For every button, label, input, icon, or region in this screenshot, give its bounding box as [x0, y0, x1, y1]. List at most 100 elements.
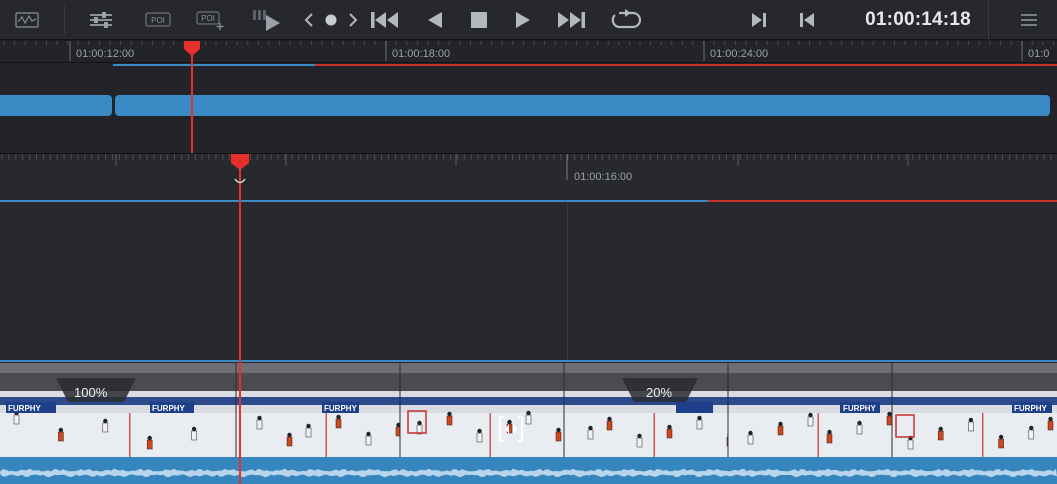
thumbnail-player-head [938, 426, 943, 432]
render-cache-line [708, 200, 1057, 202]
thumbnail-player-head [778, 421, 783, 427]
audio-waveform-shape [0, 468, 1057, 478]
mixer-icon[interactable] [84, 0, 118, 40]
board-logo-text: FURPHY [8, 404, 42, 413]
timecode-display: 01:00:14:18 [865, 9, 971, 30]
track-top-border [0, 360, 1057, 362]
video-clip-filmstrip[interactable]: FURPHY FURPHY FURPHY FURPHY FURPHY [0, 363, 1057, 457]
stop-icon[interactable] [464, 0, 494, 40]
thumbnail-player-head [366, 431, 371, 437]
options-menu-icon[interactable] [1012, 0, 1046, 40]
next-marker-icon[interactable] [342, 0, 364, 40]
render-cache-line [315, 64, 1057, 66]
thumbnail-player-head [103, 418, 108, 424]
thumbnail-player [446, 415, 453, 426]
thumbnail-player [636, 437, 643, 448]
transport-toolbar: POI POI 01:00:14:18 [0, 0, 1057, 40]
thumbnail-player-head [637, 433, 642, 439]
thumbnail-player [666, 428, 673, 439]
retime-speed-label[interactable]: 100% [74, 385, 107, 400]
marker-dot-icon[interactable] [320, 0, 342, 40]
thumbnail-player-head [257, 415, 262, 421]
thumbnail-player [476, 432, 483, 443]
thumbnail-player-head [191, 426, 197, 432]
board-logo [676, 402, 713, 413]
overview-playhead-handle[interactable] [183, 41, 201, 57]
thumbnail-player-head [336, 414, 341, 420]
thumbnail-player-head [968, 417, 974, 423]
thumbnail-player-head [607, 416, 612, 422]
thumbnail-player [191, 430, 197, 441]
thumbnail-ice [0, 413, 236, 457]
thumbnail-player [555, 431, 562, 442]
video-thumbnail [399, 363, 564, 457]
overview-clip[interactable] [0, 95, 112, 116]
loop-icon[interactable] [606, 0, 646, 40]
thumbnail-player [807, 416, 814, 427]
retime-speed-label[interactable]: 20% [646, 385, 672, 400]
ruler-label: 01:00:16:00 [574, 171, 633, 183]
board-logo-text: FURPHY [843, 404, 877, 413]
detail-playhead-line[interactable] [239, 166, 241, 484]
mark-in-icon[interactable] [744, 0, 774, 40]
thumbnail-player-head [447, 411, 452, 417]
thumbnail-player [907, 439, 914, 450]
detail-timecode-ruler[interactable] [0, 154, 1057, 180]
thumbnail-player [937, 430, 944, 441]
thumbnail-crowd-shadow [236, 373, 400, 391]
video-thumbnails: FURPHY FURPHY FURPHY FURPHY FURPHY [0, 363, 1057, 457]
audio-waveform [0, 468, 1057, 478]
add-poi-icon[interactable]: POI [192, 0, 228, 40]
ruler-label: 01:00:24:00 [710, 48, 769, 60]
svg-text:POI: POI [201, 14, 215, 23]
retime-handle-icon[interactable] [496, 414, 526, 444]
thumbnail-player [777, 425, 784, 436]
thumbnail-player [365, 435, 372, 446]
overview-clip[interactable] [115, 95, 1050, 116]
ruler-label: 01:0 [1028, 48, 1050, 60]
svg-text:POI: POI [151, 16, 165, 25]
thumbnail-player [146, 439, 153, 450]
thumbnail-player-head [477, 428, 482, 434]
overview-timeline[interactable]: 01:00:12:00 01:00:18:00 01:00:24:00 01:0 [0, 41, 1057, 153]
thumbnail-player [525, 414, 532, 425]
thumbnail-player [335, 418, 342, 429]
thumbnail-player-head [417, 420, 422, 426]
audio-track[interactable] [0, 457, 1057, 484]
video-thumbnail [235, 363, 402, 457]
skip-to-end-icon[interactable] [552, 0, 590, 40]
render-cache-line [113, 64, 315, 66]
thumbnail-ad-band [236, 397, 400, 405]
mark-out-icon[interactable] [792, 0, 822, 40]
thumbnail-player-head [588, 425, 593, 431]
play-icon[interactable] [508, 0, 538, 40]
thumbnail-player-head [1048, 416, 1053, 422]
waveform-icon[interactable] [10, 0, 44, 40]
thumbnail-player-head [58, 427, 64, 433]
detail-playhead-handle[interactable] [230, 154, 250, 171]
play-reverse-icon[interactable] [420, 0, 450, 40]
prev-marker-icon[interactable] [298, 0, 320, 40]
ruler-label: 01:00:12:00 [76, 48, 135, 60]
thumbnail-player-head [998, 434, 1004, 440]
overview-timecode-ruler[interactable] [0, 41, 1057, 63]
thumbnail-player-head [748, 430, 753, 436]
thumbnail-player-head [556, 427, 561, 433]
thumbnail-player-head [287, 432, 292, 438]
ruler-label: 01:00:18:00 [392, 48, 451, 60]
thumbnail-player [58, 431, 64, 442]
skip-to-start-icon[interactable] [366, 0, 404, 40]
thumbnail-player-head [827, 429, 832, 435]
poi-marker-icon[interactable]: POI [140, 0, 176, 40]
thumbnail-player-head [857, 420, 862, 426]
thumbnail-player-head [667, 424, 672, 430]
board-logo-text: FURPHY [152, 404, 186, 413]
render-cache-line [0, 200, 708, 202]
play-to-icon[interactable] [248, 0, 286, 40]
playhead-snap-icon [234, 178, 246, 184]
thumbnail-player [1047, 420, 1054, 431]
thumbnail-player-head [887, 411, 892, 417]
thumbnail-player-head [306, 423, 311, 429]
thumbnail-crowd-shadow [400, 373, 564, 391]
overview-playhead-line[interactable] [191, 49, 193, 153]
